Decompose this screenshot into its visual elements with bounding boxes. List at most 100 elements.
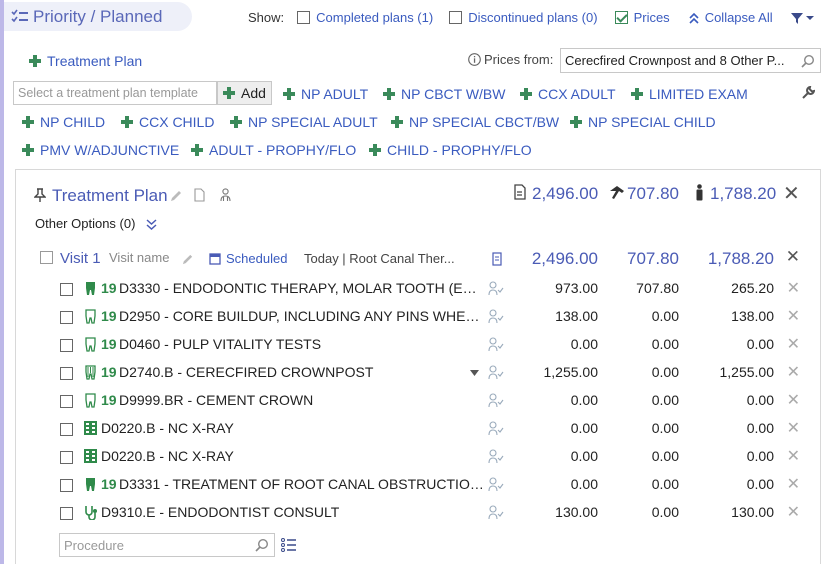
provider-icon[interactable] [488,309,504,324]
template-child-prophy-flo[interactable]: CHILD - PROPHY/FLO [369,142,532,158]
pencil-icon[interactable] [182,253,194,265]
template-np-adult[interactable]: NP ADULT [283,86,368,102]
template-label: ADULT - PROPHY/FLO [209,142,357,158]
procedure-description[interactable]: D2740.B - CERECFIRED CROWNPOST [119,364,485,380]
remove-procedure-icon[interactable]: ✕ [787,502,800,522]
template-adult-prophy-flo[interactable]: ADULT - PROPHY/FLO [191,142,356,158]
remove-procedure-icon[interactable]: ✕ [787,474,800,494]
double-chevron-down-icon[interactable] [146,219,157,230]
template-np-special-cbct-bw[interactable]: NP SPECIAL CBCT/BW [391,114,559,130]
procedure-checkbox[interactable] [60,395,73,408]
procedure-checkbox[interactable] [60,451,73,464]
crown-tooth-icon [85,365,96,380]
completed-plans-label[interactable]: Completed plans (1) [316,10,433,25]
provider-icon[interactable] [488,505,504,520]
table-row[interactable]: 19 D9999.BR - CEMENT CROWN 0.00 0.00 0.0… [16,387,822,415]
procedure-description[interactable]: D3330 - ENDODONTIC THERAPY, MOLAR TOOTH … [119,280,485,296]
tooth-outline-icon [85,309,96,324]
table-row[interactable]: D9310.E - ENDODONTIST CONSULT 130.00 0.0… [16,499,822,527]
procedure-description[interactable]: D3331 - TREATMENT OF ROOT CANAL OBSTRUCT… [119,476,485,492]
double-chevron-up-icon [689,12,699,24]
filter-dropdown-button[interactable] [790,12,814,24]
patient-icon [696,184,703,201]
provider-icon[interactable] [488,421,504,436]
provider-icon[interactable] [220,188,231,202]
template-pmv-w-adjunctive[interactable]: PMV W/ADJUNCTIVE [22,142,179,158]
template-np-special-adult[interactable]: NP SPECIAL ADULT [230,114,378,130]
procedure-description[interactable]: D9310.E - ENDODONTIST CONSULT [101,504,467,520]
template-select-input[interactable]: Select a treatment plan template [13,81,217,105]
other-options-label[interactable]: Other Options (0) [35,216,135,231]
procedure-description[interactable]: D0220.B - NC X-RAY [101,420,467,436]
caret-down-icon[interactable] [470,370,479,376]
visit-checkbox[interactable] [40,251,53,264]
template-label: CCX ADULT [538,86,616,102]
procedure-description[interactable]: D2950 - CORE BUILDUP, INCLUDING ANY PINS… [119,308,485,324]
template-limited-exam[interactable]: LIMITED EXAM [631,86,748,102]
procedure-search-input[interactable]: Procedure [59,533,275,557]
insurance-icon [610,186,624,199]
wrench-icon[interactable] [801,86,815,100]
visit-status[interactable]: Scheduled [226,251,287,266]
procedure-list-icon[interactable] [281,537,297,553]
discontinued-plans-label[interactable]: Discontinued plans (0) [468,10,597,25]
table-row[interactable]: 19 D0460 - PULP VITALITY TESTS 0.00 0.00… [16,331,822,359]
procedure-checkbox[interactable] [60,423,73,436]
template-ccx-child[interactable]: CCX CHILD [121,114,214,130]
add-template-button[interactable]: Add [217,81,272,105]
template-np-special-child[interactable]: NP SPECIAL CHILD [570,114,716,130]
collapse-all-button[interactable]: Collapse All [688,10,773,25]
remove-procedure-icon[interactable]: ✕ [787,390,800,410]
section-title[interactable]: Priority / Planned [4,2,192,31]
pin-icon[interactable] [34,188,46,202]
close-plan-icon[interactable]: ✕ [783,181,800,206]
procedure-checkbox[interactable] [60,311,73,324]
table-row[interactable]: D0220.B - NC X-RAY 0.00 0.00 0.00 ✕ [16,415,822,443]
procedure-description[interactable]: D0460 - PULP VITALITY TESTS [119,336,485,352]
procedure-checkbox[interactable] [60,367,73,380]
plus-icon [191,144,203,156]
notes-icon[interactable] [492,252,502,266]
template-ccx-adult[interactable]: CCX ADULT [520,86,616,102]
plan-title[interactable]: Treatment Plan [52,186,168,206]
prices-checkbox[interactable] [614,11,628,24]
completed-plans-checkbox[interactable] [297,11,311,24]
procedure-fee: 0.00 [570,420,598,436]
document-icon[interactable] [194,188,205,202]
provider-icon[interactable] [488,393,504,408]
add-treatment-plan-button[interactable]: Treatment Plan [29,53,142,69]
table-row[interactable]: 19 D2950 - CORE BUILDUP, INCLUDING ANY P… [16,303,822,331]
procedure-description[interactable]: D0220.B - NC X-RAY [101,448,467,464]
template-np-cbct-bw[interactable]: NP CBCT W/BW [383,86,506,102]
pencil-icon[interactable] [170,189,183,202]
remove-procedure-icon[interactable]: ✕ [787,418,800,438]
remove-procedure-icon[interactable]: ✕ [787,278,800,298]
provider-icon[interactable] [488,281,504,296]
table-row[interactable]: D0220.B - NC X-RAY 0.00 0.00 0.00 ✕ [16,443,822,471]
provider-icon[interactable] [488,449,504,464]
prices-from-select[interactable]: Cerecfired Crownpost and 8 Other P... [560,48,821,73]
discontinued-plans-checkbox[interactable] [449,11,463,24]
prices-label[interactable]: Prices [634,10,670,25]
procedure-checkbox[interactable] [60,339,73,352]
provider-icon[interactable] [488,337,504,352]
table-row[interactable]: 19 D3331 - TREATMENT OF ROOT CANAL OBSTR… [16,471,822,499]
provider-icon[interactable] [488,477,504,492]
procedure-fee: 138.00 [555,308,598,324]
remove-procedure-icon[interactable]: ✕ [787,306,800,326]
table-row[interactable]: 19 D3330 - ENDODONTIC THERAPY, MOLAR TOO… [16,275,822,303]
remove-procedure-icon[interactable]: ✕ [787,362,800,382]
remove-procedure-icon[interactable]: ✕ [787,334,800,354]
template-np-child[interactable]: NP CHILD [22,114,105,130]
section-title-text: Priority / Planned [33,6,163,26]
remove-procedure-icon[interactable]: ✕ [787,446,800,466]
procedure-checkbox[interactable] [60,283,73,296]
visit-name[interactable]: Visit 1 [60,250,101,267]
procedure-checkbox[interactable] [60,479,73,492]
close-visit-icon[interactable]: ✕ [786,247,800,267]
provider-icon[interactable] [488,365,504,380]
procedure-description[interactable]: D9999.BR - CEMENT CROWN [119,392,485,408]
table-row[interactable]: 19 D2740.B - CERECFIRED CROWNPOST 1,255.… [16,359,822,387]
visit-name-placeholder[interactable]: Visit name [109,250,169,265]
procedure-checkbox[interactable] [60,507,73,520]
